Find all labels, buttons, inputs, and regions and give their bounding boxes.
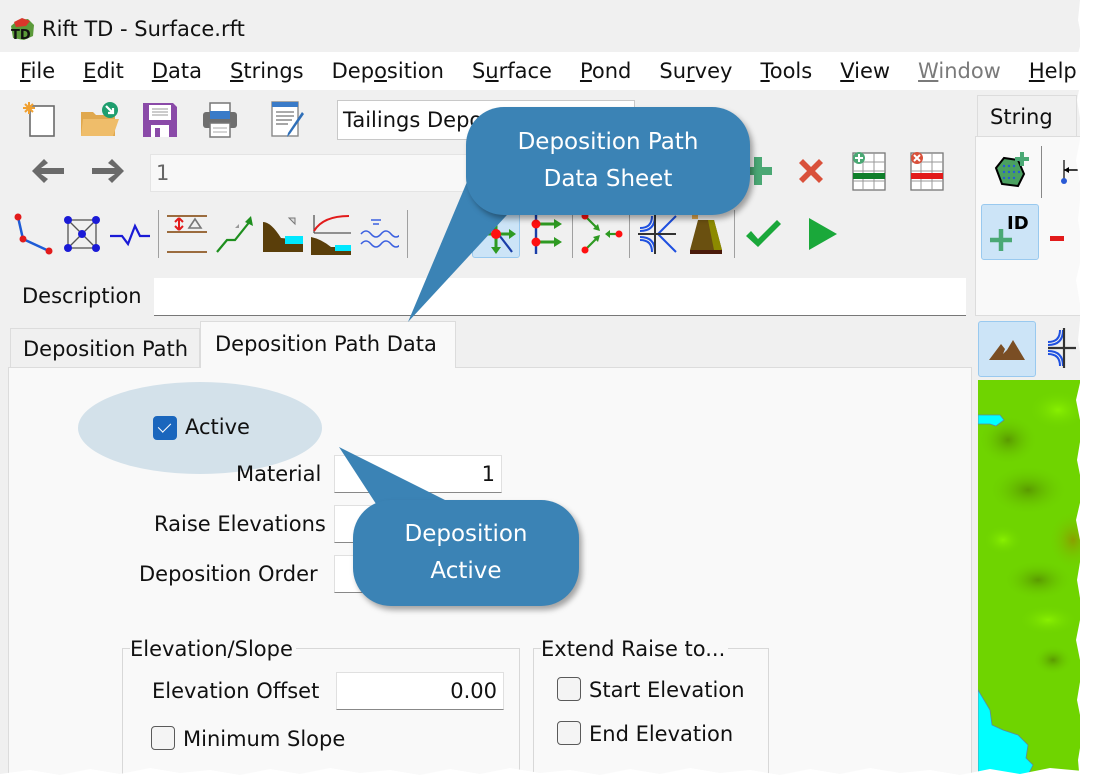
elevation-slope-title: Elevation/Slope — [130, 637, 296, 661]
menu-file[interactable]: File — [20, 59, 55, 83]
arrow-left-icon[interactable] — [24, 147, 72, 195]
callout-line: Deposition Path — [517, 129, 699, 155]
end-elevation-checkbox[interactable] — [557, 721, 581, 745]
toolbar-file — [16, 96, 312, 144]
torn-edge-right — [1076, 0, 1094, 783]
beach-curve-icon[interactable] — [307, 210, 355, 258]
terrain-icon[interactable] — [978, 321, 1036, 377]
start-elevation-label: Start Elevation — [589, 678, 745, 702]
raise-elevation-icon[interactable] — [163, 210, 211, 258]
menu-tools[interactable]: Tools — [760, 59, 812, 83]
deposition-order-label: Deposition Order — [139, 562, 318, 586]
menu-pond[interactable]: Pond — [580, 59, 631, 83]
minimum-slope-label: Minimum Slope — [183, 727, 346, 751]
validate-check-icon[interactable] — [739, 210, 787, 258]
open-folder-icon[interactable] — [76, 96, 124, 144]
menu-data[interactable]: Data — [152, 59, 202, 83]
delete-icon[interactable] — [787, 147, 835, 195]
active-checkbox[interactable] — [153, 416, 177, 440]
profile-line-icon[interactable] — [106, 210, 154, 258]
dam-icon[interactable] — [682, 210, 730, 258]
title-bar: TD Rift TD - Surface.rft — [0, 8, 1080, 50]
slope-up-icon[interactable] — [211, 210, 259, 258]
callout-deposition-active: Deposition Active — [353, 500, 579, 606]
menu-view[interactable]: View — [840, 59, 890, 83]
menu-bar: File Edit Data Strings Deposition Surface Pond… — [0, 52, 1080, 90]
torn-edge-bottom — [0, 768, 1094, 783]
menu-edit[interactable]: Edit — [83, 59, 124, 83]
toolbar-separator — [629, 210, 630, 258]
edit-document-icon[interactable] — [264, 96, 312, 144]
mesh-icon[interactable] — [58, 210, 106, 258]
beach-slope-icon[interactable] — [259, 210, 307, 258]
surface-map-view[interactable] — [978, 380, 1080, 775]
menu-surface[interactable]: Surface — [472, 59, 552, 83]
tab-string[interactable]: String — [977, 95, 1077, 137]
polyline-icon[interactable] — [10, 210, 58, 258]
add-polygon-icon[interactable] — [988, 146, 1036, 194]
callout-line: Data Sheet — [543, 166, 673, 192]
new-file-icon[interactable] — [16, 96, 64, 144]
menu-deposition[interactable]: Deposition — [332, 59, 444, 83]
app-window: TD Rift TD - Surface.rft File Edit Data Str… — [0, 0, 1080, 775]
toolbar-separator — [734, 210, 735, 258]
rift-td-logo-icon: TD — [8, 16, 36, 43]
tab-deposition-path[interactable]: Deposition Path — [10, 328, 200, 368]
extend-raise-group — [533, 648, 769, 775]
elevation-offset-input[interactable]: 0.00 — [336, 672, 504, 710]
callout-data-sheet: Deposition Path Data Sheet — [466, 107, 750, 215]
menu-survey[interactable]: Survey — [659, 59, 732, 83]
active-label: Active — [185, 415, 250, 439]
add-id-icon[interactable]: ID — [981, 204, 1039, 260]
merge-points-icon[interactable] — [577, 210, 625, 258]
minimum-slope-checkbox[interactable] — [151, 726, 175, 750]
end-elevation-label: End Elevation — [589, 722, 734, 746]
save-icon[interactable] — [136, 96, 184, 144]
description-input[interactable] — [154, 278, 966, 316]
raise-elevations-label: Raise Elevations — [154, 512, 326, 536]
callout-line: Active — [430, 558, 502, 584]
start-elevation-checkbox[interactable] — [557, 677, 581, 701]
svg-text:ID: ID — [1007, 213, 1029, 234]
description-label: Description — [22, 284, 142, 308]
print-icon[interactable] — [196, 96, 244, 144]
menu-strings[interactable]: Strings — [230, 59, 304, 83]
intersect-icon[interactable] — [634, 210, 682, 258]
toolbar-separator — [572, 210, 573, 258]
extend-raise-title: Extend Raise to... — [541, 637, 729, 661]
delete-row-icon[interactable] — [903, 147, 951, 195]
toolbar-separator — [1041, 146, 1042, 198]
remove-icon[interactable] — [1050, 236, 1064, 241]
toolbar-separator — [158, 210, 159, 258]
callout-line: Deposition — [404, 521, 528, 547]
window-title: Rift TD - Surface.rft — [42, 17, 245, 41]
elevation-offset-label: Elevation Offset — [152, 679, 320, 703]
add-row-icon[interactable] — [845, 147, 893, 195]
svg-text:TD: TD — [11, 28, 31, 42]
elevation-slope-group — [122, 648, 520, 775]
menu-window[interactable]: Window — [918, 59, 1001, 83]
material-label: Material — [236, 462, 322, 486]
run-play-icon[interactable] — [797, 210, 845, 258]
arrow-right-icon[interactable] — [84, 147, 132, 195]
